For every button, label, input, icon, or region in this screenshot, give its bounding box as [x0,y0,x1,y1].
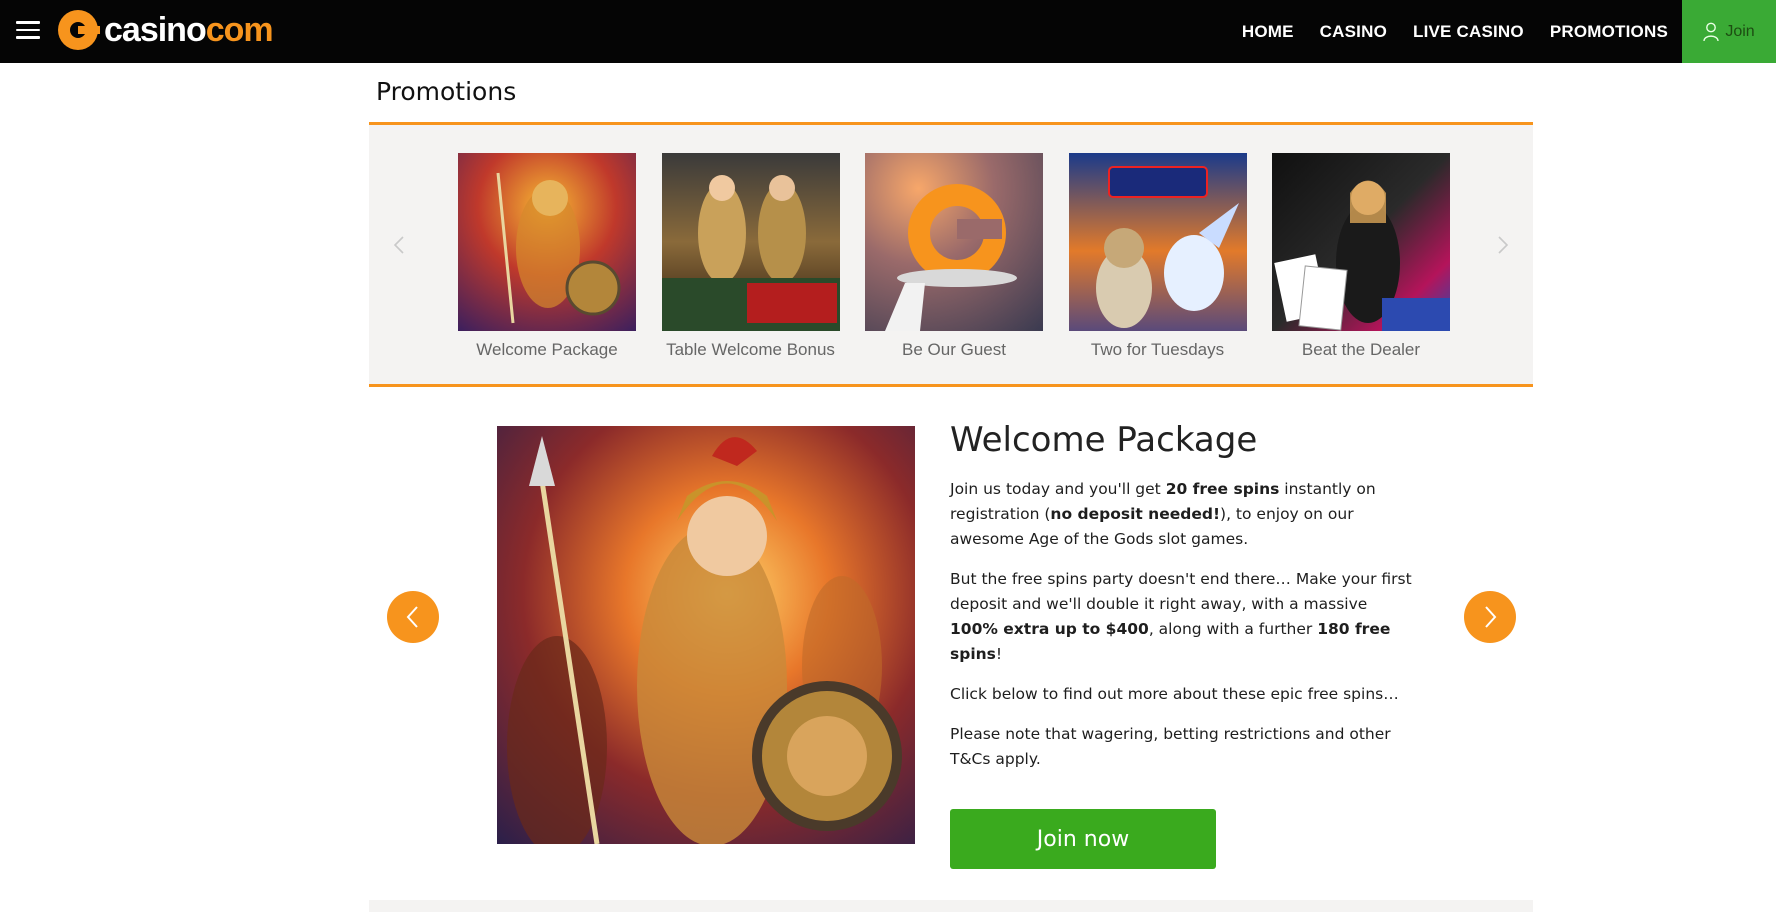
join-now-button[interactable]: Join now [950,809,1216,869]
top-header: casinocom HOME CASINO LIVE CASINO PROMOT… [0,0,1776,63]
promo-tile-table-welcome-bonus[interactable]: Table Welcome Bonus [661,153,840,359]
logo-wordmark: casinocom [104,10,274,49]
promo-tile-label: Two for Tuesdays [1090,340,1225,359]
promo-tiles: Welcome Package Table Welcome Bonus Be O… [458,153,1476,359]
feature-terms-note: Please note that wagering, betting restr… [950,725,1391,768]
chevron-left-icon [393,236,404,254]
feature-paragraph-2: But the free spins party doesn't end the… [950,570,1412,663]
lion-pegasus-image [1068,153,1247,331]
nav-live-casino[interactable]: LIVE CASINO [1413,22,1524,42]
promo-tile-label: Beat the Dealer [1301,340,1421,359]
promo-tile-two-for-tuesdays[interactable]: Two for Tuesdays [1068,153,1247,359]
next-section-strip [369,900,1533,912]
welcome-package-hero-image [497,426,915,844]
join-button-label: Join [1725,22,1755,40]
main-nav: HOME CASINO LIVE CASINO PROMOTIONS [1216,0,1668,63]
user-icon [1703,22,1720,41]
live-dealers-roulette-image [661,153,840,331]
feature-paragraph-1: Join us today and you'll get 20 free spi… [950,480,1376,548]
promo-tile-label: Welcome Package [476,340,618,359]
casino-logo[interactable]: casinocom [58,9,274,51]
nav-promotions[interactable]: PROMOTIONS [1550,22,1668,42]
feature-next-button[interactable] [1464,591,1516,643]
dealer-cards-image [1272,153,1450,331]
nav-casino[interactable]: CASINO [1320,22,1387,42]
logo-on-tray-image [865,153,1043,331]
chevron-right-icon [1498,236,1509,254]
promo-tile-be-our-guest[interactable]: Be Our Guest [865,153,1043,359]
feature-prev-button[interactable] [387,591,439,643]
menu-icon[interactable] [16,21,40,39]
page-title: Promotions [376,77,517,106]
feature-paragraph-3: Click below to find out more about these… [950,685,1399,703]
carousel-prev-button[interactable] [391,231,407,259]
promo-tile-label: Table Welcome Bonus [666,340,835,359]
feature-description: Join us today and you'll get 20 free spi… [950,477,1420,787]
chevron-left-icon [406,606,418,628]
promo-tile-welcome-package[interactable]: Welcome Package [458,153,636,359]
logo-c-icon [58,10,100,50]
promo-tile-label: Be Our Guest [902,340,1006,359]
chevron-right-icon [1485,606,1497,628]
promo-tile-beat-the-dealer[interactable]: Beat the Dealer [1272,153,1450,359]
join-button[interactable]: Join [1682,0,1776,63]
carousel-next-button[interactable] [1495,231,1511,259]
nav-home[interactable]: HOME [1242,22,1294,42]
feature-title: Welcome Package [950,420,1258,460]
promotions-carousel: Welcome Package Table Welcome Bonus Be O… [369,122,1533,387]
warrior-goddess-image [458,153,636,331]
